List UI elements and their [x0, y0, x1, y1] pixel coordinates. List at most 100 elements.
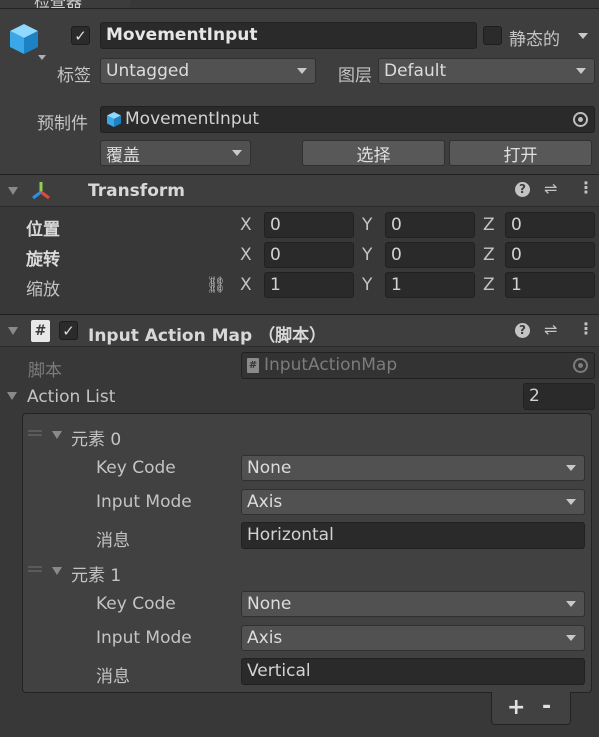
more-options-icon[interactable]: ⋮: [578, 178, 594, 197]
select-prefab-button[interactable]: 选择: [302, 140, 445, 166]
action-list-label[interactable]: Action List: [27, 387, 115, 407]
transform-header[interactable]: Transform ? ⇌ ⋮: [0, 174, 599, 207]
component-enabled-checkbox[interactable]: ✓: [59, 321, 78, 340]
foldout-arrow-icon[interactable]: [8, 327, 18, 335]
rotation-x-value: 0: [270, 244, 281, 265]
position-z-input[interactable]: 0: [505, 212, 595, 238]
prefab-cube-icon: [107, 112, 121, 127]
rotation-x-label[interactable]: X: [240, 245, 252, 265]
drag-handle-icon[interactable]: [28, 430, 42, 436]
element-1-message-input[interactable]: Vertical: [241, 658, 585, 685]
scale-x-label[interactable]: X: [240, 275, 252, 295]
chevron-down-icon: [566, 499, 576, 505]
gameobject-icon-dropdown-icon[interactable]: [38, 55, 46, 60]
position-z-label[interactable]: Z: [483, 215, 495, 235]
tag-label: 标签: [57, 66, 91, 86]
element-foldout-icon[interactable]: [52, 431, 62, 439]
position-y-label[interactable]: Y: [362, 215, 372, 235]
element-foldout-icon[interactable]: [52, 567, 62, 575]
layer-label: 图层: [338, 66, 372, 86]
transform-icon: [30, 180, 52, 202]
checkmark-icon: ✓: [62, 321, 75, 340]
presets-icon[interactable]: ⇌: [544, 320, 557, 339]
element-1-inputmode-dropdown[interactable]: Axis: [241, 625, 585, 651]
element-1-message-value: Vertical: [247, 661, 311, 681]
inspector-tab[interactable]: 检查器: [0, 0, 130, 8]
scale-z-input[interactable]: 1: [505, 272, 595, 298]
prefab-asset-field[interactable]: MovementInput: [100, 106, 595, 133]
element-1-keycode-dropdown[interactable]: None: [241, 591, 585, 617]
scale-z-label[interactable]: Z: [483, 275, 495, 295]
constrain-proportions-icon[interactable]: ⛓: [206, 275, 226, 294]
layer-dropdown[interactable]: Default: [378, 58, 595, 84]
script-icon: #: [31, 320, 50, 342]
scale-y-value: 1: [391, 274, 402, 295]
action-list-size-value: 2: [529, 386, 540, 406]
rotation-y-label[interactable]: Y: [362, 245, 372, 265]
rotation-z-value: 0: [511, 244, 522, 265]
element-0-message-value: Horizontal: [247, 525, 334, 545]
position-x-value: 0: [270, 214, 281, 235]
element-0-message-input[interactable]: Horizontal: [241, 522, 585, 549]
element-0-title[interactable]: 元素 0: [71, 425, 121, 450]
transform-body: 位置 X 0 Y 0 Z 0 旋转 X 0 Y 0 Z 0 缩放 ⛓ X 1 Y…: [0, 207, 599, 315]
element-0-message-label: 消息: [96, 531, 130, 551]
add-element-button[interactable]: +: [507, 695, 525, 720]
position-x-label[interactable]: X: [240, 215, 252, 235]
remove-element-button[interactable]: -: [542, 694, 551, 719]
gameobject-name-input[interactable]: MovementInput: [100, 22, 477, 49]
more-options-icon[interactable]: ⋮: [578, 319, 594, 338]
scale-y-label[interactable]: Y: [362, 275, 372, 295]
scale-label: 缩放: [26, 280, 60, 300]
overrides-value: 覆盖: [106, 145, 140, 166]
script-label: 脚本: [28, 361, 62, 381]
element-0-keycode-dropdown[interactable]: None: [241, 455, 585, 481]
rotation-z-input[interactable]: 0: [505, 242, 595, 268]
gameobject-header: ✓ MovementInput 静态的 标签 Untagged 图层 Defau…: [0, 9, 599, 174]
script-field: # InputActionMap: [241, 352, 595, 379]
overrides-dropdown[interactable]: 覆盖: [100, 140, 251, 166]
rotation-y-input[interactable]: 0: [385, 242, 475, 268]
rotation-z-label[interactable]: Z: [483, 245, 495, 265]
object-picker-icon[interactable]: [573, 112, 588, 127]
select-prefab-label: 选择: [356, 145, 391, 166]
action-list-foldout-icon[interactable]: [7, 392, 17, 400]
gameobject-icon[interactable]: [8, 22, 40, 56]
checkmark-icon: ✓: [74, 26, 87, 45]
static-checkbox[interactable]: [483, 26, 502, 45]
component-title: Input Action Map （脚本）: [88, 326, 327, 346]
element-1-keycode-label: Key Code: [96, 594, 176, 614]
action-list-size-input[interactable]: 2: [523, 383, 595, 410]
open-prefab-button[interactable]: 打开: [449, 140, 592, 166]
chevron-down-icon: [576, 68, 586, 74]
help-icon[interactable]: ?: [515, 182, 530, 197]
element-0-keycode-value: None: [247, 458, 292, 478]
active-checkbox[interactable]: ✓: [71, 26, 90, 45]
rotation-x-input[interactable]: 0: [264, 242, 354, 268]
position-x-input[interactable]: 0: [264, 212, 354, 238]
element-1-message-label: 消息: [96, 667, 130, 687]
element-1-title[interactable]: 元素 1: [71, 561, 121, 586]
scale-y-input[interactable]: 1: [385, 272, 475, 298]
scale-x-value: 1: [270, 274, 281, 295]
list-footer: + -: [491, 692, 571, 725]
component-header[interactable]: # ✓ Input Action Map （脚本） ? ⇌ ⋮: [0, 314, 599, 347]
chevron-down-icon: [566, 465, 576, 471]
inspector-tab-label: 检查器: [34, 0, 82, 8]
drag-handle-icon[interactable]: [28, 566, 42, 572]
tag-dropdown[interactable]: Untagged: [100, 58, 316, 84]
scale-z-value: 1: [511, 274, 522, 295]
element-0-inputmode-dropdown[interactable]: Axis: [241, 489, 585, 515]
prefab-label: 预制件: [37, 114, 88, 134]
open-prefab-label: 打开: [503, 145, 538, 166]
foldout-arrow-icon[interactable]: [8, 187, 18, 195]
static-dropdown-icon[interactable]: [578, 33, 588, 39]
tag-value: Untagged: [106, 61, 190, 81]
element-0-inputmode-label: Input Mode: [96, 492, 192, 512]
chevron-down-icon: [297, 68, 307, 74]
position-y-input[interactable]: 0: [385, 212, 475, 238]
help-icon[interactable]: ?: [515, 323, 530, 338]
scale-x-input[interactable]: 1: [264, 272, 354, 298]
presets-icon[interactable]: ⇌: [544, 179, 557, 198]
script-value: InputActionMap: [264, 355, 398, 375]
